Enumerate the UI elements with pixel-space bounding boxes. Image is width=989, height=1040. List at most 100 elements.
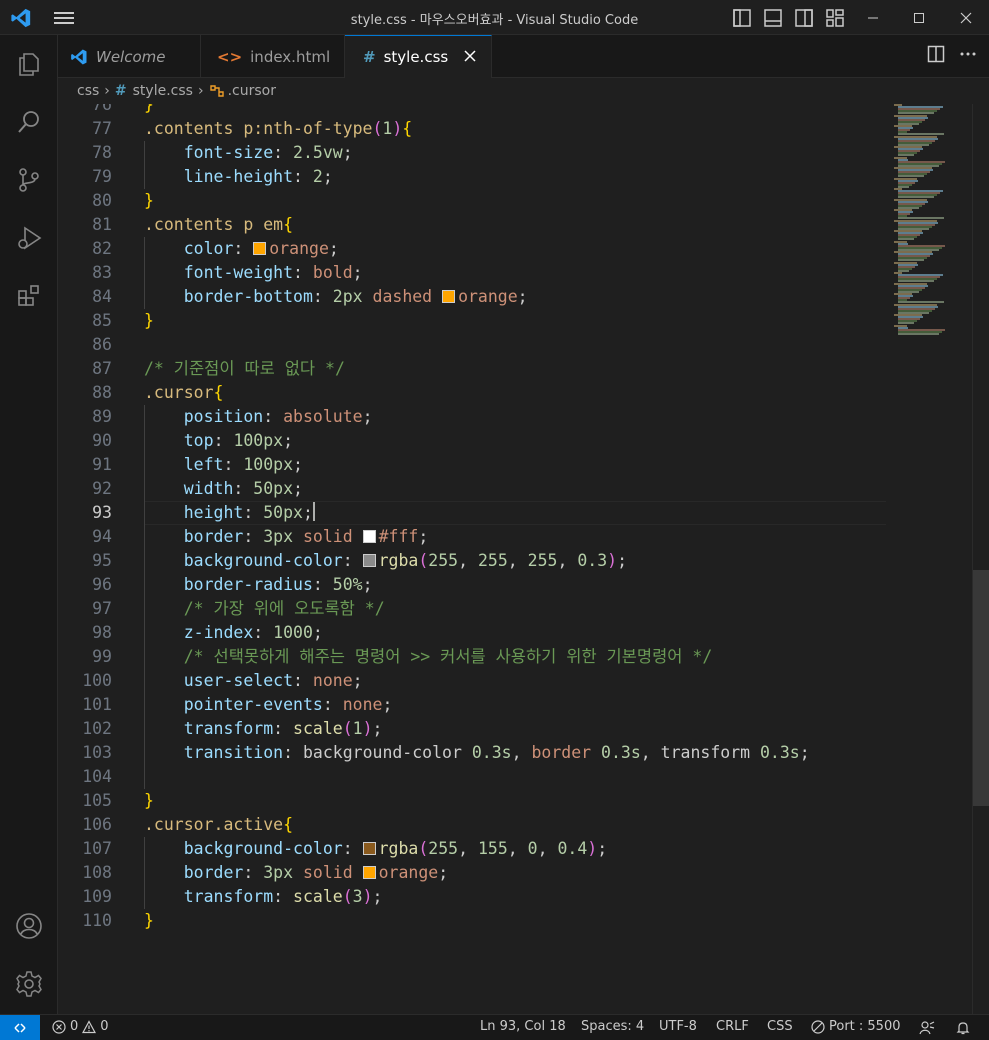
extensions-button[interactable]: [0, 267, 58, 325]
language-status[interactable]: CSS: [767, 1019, 793, 1034]
line-text: .contents p em{: [144, 215, 294, 234]
line-number: 94: [92, 527, 112, 546]
code-line[interactable]: 108 border: 3px solid orange;: [58, 861, 888, 885]
editor-scrollbar[interactable]: [972, 104, 989, 1014]
line-number: 78: [92, 143, 112, 162]
chevron-right-icon: ›: [197, 83, 204, 99]
color-swatch[interactable]: [362, 530, 376, 543]
search-button[interactable]: [0, 93, 58, 151]
toggle-secondary-sidebar-icon[interactable]: [794, 8, 814, 28]
maximize-button[interactable]: [896, 0, 942, 35]
breadcrumb-file[interactable]: style.css: [133, 83, 193, 99]
more-actions-icon[interactable]: [959, 45, 977, 63]
code-line[interactable]: 101 pointer-events: none;: [58, 693, 888, 717]
line-number: 80: [92, 191, 112, 210]
line-number: 100: [82, 671, 112, 690]
code-line[interactable]: 93 height: 50px;: [58, 501, 888, 525]
live-server-status[interactable]: Port : 5500: [811, 1019, 901, 1034]
code-line[interactable]: 109 transform: scale(3);: [58, 885, 888, 909]
indent-guide: [144, 141, 145, 189]
html-icon: <>: [217, 47, 243, 66]
code-line[interactable]: 82 color: orange;: [58, 237, 888, 261]
code-line[interactable]: 80}: [58, 189, 888, 213]
line-text: transform: scale(3);: [183, 887, 383, 906]
line-number: 76: [92, 104, 112, 114]
close-window-button[interactable]: [943, 0, 989, 35]
color-swatch[interactable]: [253, 242, 267, 255]
code-line[interactable]: 99 /* 선택못하게 해주는 명령어 >> 커서를 사용하기 위한 기본명령어…: [58, 645, 888, 669]
close-icon: [464, 50, 476, 62]
eol-status[interactable]: CRLF: [716, 1019, 749, 1034]
problems-status[interactable]: 0 0: [52, 1019, 109, 1034]
color-swatch[interactable]: [442, 290, 456, 303]
code-line[interactable]: 77 .contents p:nth-of-type(1){: [58, 117, 888, 141]
port-label: Port : 5500: [829, 1019, 901, 1034]
scrollbar-thumb[interactable]: [973, 570, 989, 806]
code-line[interactable]: 86: [58, 333, 888, 357]
hash-icon: #: [114, 83, 127, 99]
code-line[interactable]: 91 left: 100px;: [58, 453, 888, 477]
account-icon: [16, 913, 42, 939]
line-number: 83: [92, 263, 112, 282]
minimap[interactable]: [892, 104, 972, 344]
code-line[interactable]: 88 .cursor{: [58, 381, 888, 405]
notifications-button[interactable]: [955, 1020, 971, 1036]
encoding-status[interactable]: UTF-8: [659, 1019, 697, 1034]
explorer-button[interactable]: [0, 35, 58, 93]
cursor-position-status[interactable]: Ln 93, Col 18: [480, 1019, 566, 1034]
tab-index-html[interactable]: <> index.html: [201, 35, 345, 78]
breadcrumb-folder[interactable]: css: [77, 83, 99, 99]
code-line[interactable]: 79 line-height: 2;: [58, 165, 888, 189]
code-line[interactable]: 78 font-size: 2.5vw;: [58, 141, 888, 165]
code-line[interactable]: 106 .cursor.active{: [58, 813, 888, 837]
remote-icon: [14, 1023, 26, 1033]
run-debug-button[interactable]: [0, 209, 58, 267]
color-swatch[interactable]: [362, 554, 376, 567]
manage-button[interactable]: [0, 955, 58, 1013]
tab-welcome[interactable]: Welcome: [58, 35, 201, 78]
color-swatch[interactable]: [362, 842, 376, 855]
remote-button[interactable]: [0, 1015, 40, 1040]
tab-style-css[interactable]: # style.css: [345, 35, 492, 78]
customize-layout-icon[interactable]: [825, 8, 845, 28]
code-line[interactable]: 102 transform: scale(1);: [58, 717, 888, 741]
code-line[interactable]: 94 border: 3px solid #fff;: [58, 525, 888, 549]
code-line[interactable]: 90 top: 100px;: [58, 429, 888, 453]
code-line[interactable]: 97 /* 가장 위에 오도록함 */: [58, 597, 888, 621]
indentation-status[interactable]: Spaces: 4: [581, 1019, 644, 1034]
minimize-button[interactable]: [850, 0, 896, 35]
feedback-button[interactable]: [919, 1020, 935, 1036]
code-line[interactable]: 84 border-bottom: 2px dashed orange;: [58, 285, 888, 309]
code-line[interactable]: 100 user-select: none;: [58, 669, 888, 693]
code-line[interactable]: 95 background-color: rgba(255, 255, 255,…: [58, 549, 888, 573]
code-editor[interactable]: 76} 77 .contents p:nth-of-type(1){78 font-…: [58, 104, 989, 1014]
code-line[interactable]: 107 background-color: rgba(255, 155, 0, …: [58, 837, 888, 861]
feedback-icon: [919, 1021, 935, 1035]
line-text: background-color: rgba(255, 255, 255, 0.…: [183, 551, 628, 570]
toggle-primary-sidebar-icon[interactable]: [732, 8, 752, 28]
code-line[interactable]: 81 .contents p em{: [58, 213, 888, 237]
color-swatch[interactable]: [362, 866, 376, 879]
accounts-button[interactable]: [0, 897, 58, 955]
code-line[interactable]: 105}: [58, 789, 888, 813]
code-line[interactable]: 87 /* 기준점이 따로 없다 */: [58, 357, 888, 381]
code-line[interactable]: 104: [58, 765, 888, 789]
code-line[interactable]: 98 z-index: 1000;: [58, 621, 888, 645]
split-editor-icon[interactable]: [927, 45, 945, 63]
close-tab-button[interactable]: [461, 47, 479, 65]
line-text: position: absolute;: [183, 407, 373, 426]
code-line[interactable]: 83 font-weight: bold;: [58, 261, 888, 285]
code-line[interactable]: 85}: [58, 309, 888, 333]
code-line[interactable]: 89 position: absolute;: [58, 405, 888, 429]
line-text: line-height: 2;: [183, 167, 333, 186]
toggle-panel-icon[interactable]: [763, 8, 783, 28]
code-line[interactable]: 92 width: 50px;: [58, 477, 888, 501]
line-number: 84: [92, 287, 112, 306]
code-line[interactable]: 76}: [58, 104, 888, 117]
code-line[interactable]: 103 transition: background-color 0.3s, b…: [58, 741, 888, 765]
line-number: 103: [82, 743, 112, 762]
code-line[interactable]: 96 border-radius: 50%;: [58, 573, 888, 597]
code-line[interactable]: 110}: [58, 909, 888, 933]
source-control-button[interactable]: [0, 151, 58, 209]
breadcrumb-symbol[interactable]: .cursor: [228, 83, 276, 99]
